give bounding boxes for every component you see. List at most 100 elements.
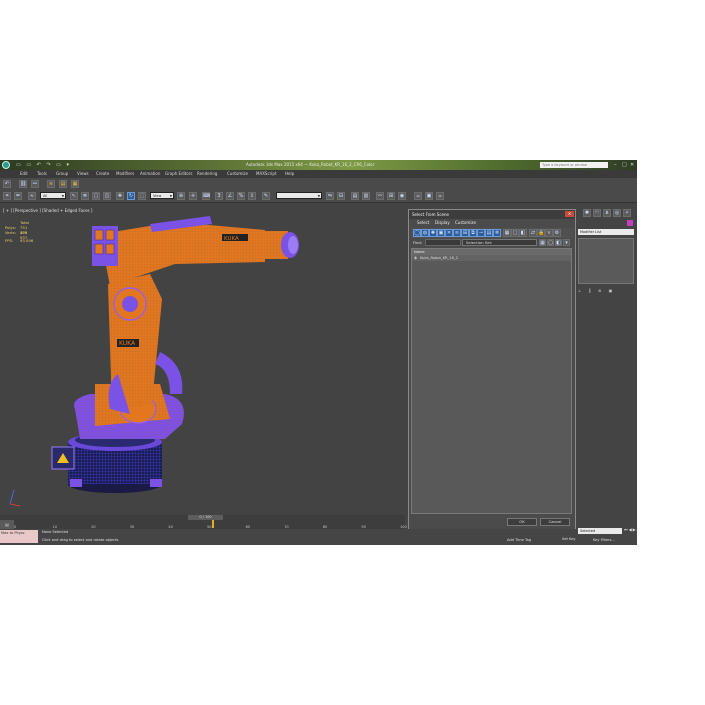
display-containers-icon[interactable]: ▤	[485, 229, 493, 237]
scale-icon[interactable]: ⬚	[138, 192, 146, 200]
maximize-button[interactable]: □	[622, 161, 627, 169]
dialog-menu-display[interactable]: Display	[435, 219, 450, 227]
material-editor-icon[interactable]: ◉	[398, 192, 406, 200]
menu-customize[interactable]: Customize	[227, 170, 248, 178]
lock-cell-icon[interactable]: 🔒	[537, 229, 545, 237]
ok-button[interactable]: OK	[507, 518, 537, 526]
time-slider-bar[interactable]: 0 / 100 ▤ 0 10 20 30 40 50 60 70 80 90 100	[0, 515, 407, 529]
options-icon[interactable]: ⚙	[553, 229, 561, 237]
select-manipulate-icon[interactable]: ✛	[189, 192, 197, 200]
display-none-icon[interactable]: ▢	[511, 229, 519, 237]
time-slider-thumb[interactable]: 0 / 100	[188, 515, 223, 520]
named-selection-dropdown[interactable]: ▼	[276, 192, 322, 199]
keyboard-shortcut-icon[interactable]: ⌨	[202, 192, 210, 200]
object-color-swatch[interactable]	[627, 220, 633, 226]
find-input[interactable]	[425, 239, 461, 246]
select-all-icon[interactable]: ▦	[539, 239, 546, 246]
filter-icon[interactable]: ⋎	[545, 229, 553, 237]
rotate-icon[interactable]: ↻	[127, 192, 135, 200]
layer-explorer-icon[interactable]: ▤	[351, 192, 359, 200]
display-bones-icon[interactable]: ⊸	[477, 229, 485, 237]
key-mode-dropdown[interactable]: Selected	[578, 528, 622, 534]
menu-views[interactable]: Views	[77, 170, 89, 178]
link-icon[interactable]: ⛓	[19, 180, 27, 188]
app-logo-icon[interactable]	[2, 161, 10, 169]
minimize-button[interactable]: –	[614, 161, 617, 169]
menu-rendering[interactable]: Rendering	[197, 170, 217, 178]
dialog-title[interactable]: Select From Scene	[409, 210, 575, 219]
select-invert-icon[interactable]: ◧	[555, 239, 562, 246]
display-groups-icon[interactable]: ⊞	[461, 229, 469, 237]
menu-graph-editors[interactable]: Graph Editors	[165, 170, 192, 178]
dialog-menu-select[interactable]: Select	[417, 219, 429, 227]
undo-icon[interactable]: ↶	[3, 180, 11, 188]
pivot-center-icon[interactable]: ⊕	[177, 192, 185, 200]
menu-create[interactable]: Create	[96, 170, 109, 178]
bind-icon[interactable]: ≈	[28, 192, 36, 200]
perspective-viewport[interactable]: [ + ] [Perspective ] [Shaded + Edged Fac…	[0, 204, 408, 515]
list-item[interactable]: ◈ Kuka_Robot_KR_16_2	[412, 255, 571, 261]
menu-help[interactable]: Help	[285, 170, 294, 178]
toggle-ribbon-icon[interactable]: ▥	[362, 192, 370, 200]
spinner-snap-icon[interactable]: ⇳	[248, 192, 256, 200]
bind-space-warp-icon[interactable]: ≋	[47, 180, 55, 188]
utilities-tab-icon[interactable]: ✧	[623, 209, 631, 217]
selection-set-dropdown[interactable]: Selection Set:	[462, 239, 537, 246]
dialog-more-icon[interactable]: ▾	[563, 239, 570, 246]
display-helpers-icon[interactable]: ✕	[445, 229, 453, 237]
key-filters-button[interactable]: Key Filters...	[593, 538, 615, 542]
menu-tools[interactable]: Tools	[37, 170, 47, 178]
render-production-icon[interactable]: ☕	[436, 192, 444, 200]
hierarchy-tab-icon[interactable]: ⋔	[603, 209, 611, 217]
create-tab-icon[interactable]: ✱	[583, 209, 591, 217]
curve-editor-icon[interactable]: 〰	[376, 192, 384, 200]
mini-curve-editor-icon[interactable]: ▤	[0, 520, 14, 529]
snaps-toggle-icon[interactable]: 3	[215, 192, 223, 200]
mirror-icon[interactable]: ⇋	[326, 192, 334, 200]
menu-modifiers[interactable]: Modifiers	[116, 170, 134, 178]
layer-icon[interactable]: ▤	[59, 180, 67, 188]
modifier-list-dropdown[interactable]: Modifier List	[578, 229, 634, 235]
add-time-tag[interactable]: Add Time Tag	[507, 538, 531, 542]
select-object-icon[interactable]: ↖	[70, 192, 78, 200]
move-icon[interactable]: ✥	[116, 192, 124, 200]
display-geometry-icon[interactable]: ◯	[413, 229, 421, 237]
select-link-icon[interactable]: ⚭	[3, 192, 11, 200]
display-shapes-icon[interactable]: ◍	[421, 229, 429, 237]
display-invert-icon[interactable]: ◧	[519, 229, 527, 237]
menu-animation[interactable]: Animation	[140, 170, 160, 178]
rendered-frame-icon[interactable]: ▣	[425, 192, 433, 200]
motion-tab-icon[interactable]: ◎	[613, 209, 621, 217]
set-key-button[interactable]: Set Key	[562, 537, 576, 541]
maxscript-listener[interactable]: Max to Physc	[0, 530, 38, 543]
display-cameras-icon[interactable]: ▣	[437, 229, 445, 237]
edit-named-sets-icon[interactable]: ✎	[262, 192, 270, 200]
percent-snap-icon[interactable]: %	[237, 192, 245, 200]
select-none-icon[interactable]: ▢	[547, 239, 554, 246]
display-spacewarps-icon[interactable]: ≋	[453, 229, 461, 237]
stack-controls[interactable]: ⊥ ‖ ⊗ ▣	[578, 288, 634, 295]
unlink-icon[interactable]: ⚯	[31, 180, 39, 188]
rectangular-selection-icon[interactable]: ▢	[92, 192, 100, 200]
close-button[interactable]: ✕	[630, 161, 634, 169]
sync-selection-icon[interactable]: ⇄	[529, 229, 537, 237]
unlink-selection-icon[interactable]: ⚮	[14, 192, 22, 200]
layer-manager-icon[interactable]: ▦	[71, 180, 79, 188]
cancel-button[interactable]: Cancel	[540, 518, 570, 526]
display-all-icon[interactable]: ▦	[503, 229, 511, 237]
render-setup-icon[interactable]: ☕	[414, 192, 422, 200]
modify-tab-icon[interactable]: ◠	[593, 209, 601, 217]
playback-controls[interactable]: ⏮◀▶⏭	[624, 527, 637, 532]
quick-access-toolbar[interactable]: ▭ ▭ ↶ ↷ ▭ ▾	[16, 162, 71, 168]
display-lights-icon[interactable]: ✺	[429, 229, 437, 237]
select-by-name-icon[interactable]: ≣	[81, 192, 89, 200]
window-crossing-icon[interactable]: ◫	[103, 192, 111, 200]
display-frozen-icon[interactable]: ❄	[493, 229, 501, 237]
dialog-menu-customize[interactable]: Customize	[455, 219, 476, 227]
display-xrefs-icon[interactable]: ⧉	[469, 229, 477, 237]
menu-maxscript[interactable]: MAXScript	[256, 170, 277, 178]
schematic-view-icon[interactable]: ⊞	[387, 192, 395, 200]
menu-group[interactable]: Group	[56, 170, 68, 178]
selection-filter-dropdown[interactable]: All ▼	[40, 192, 66, 199]
align-icon[interactable]: ⊟	[337, 192, 345, 200]
